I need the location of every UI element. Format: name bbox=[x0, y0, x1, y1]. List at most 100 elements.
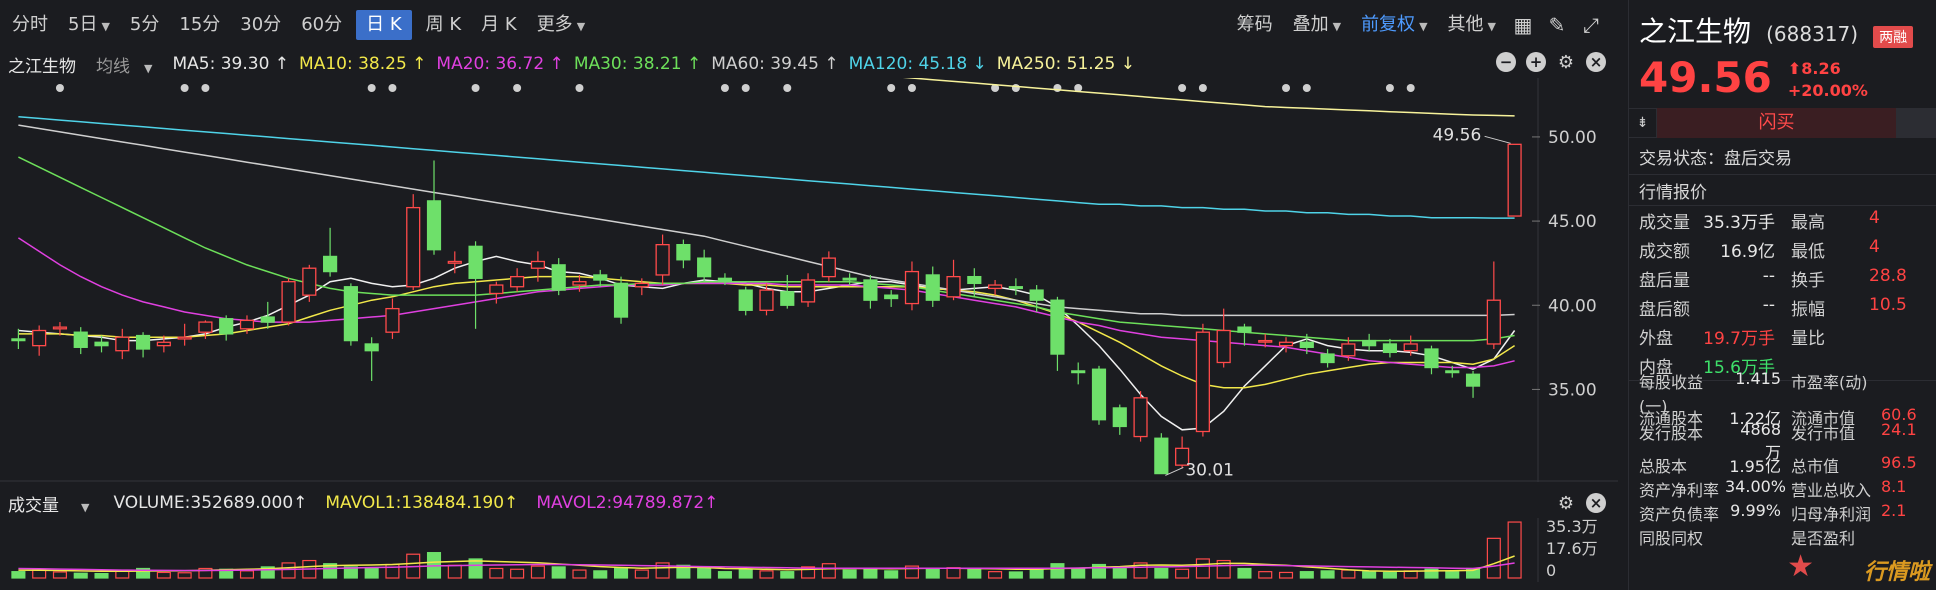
chevron-down-icon: ▼ bbox=[101, 20, 110, 33]
kline-chart[interactable]: 50.00 45.00 40.00 35.00 49.56 30.01 bbox=[0, 78, 1618, 482]
gear-icon[interactable]: ⚙ bbox=[1556, 493, 1576, 514]
quote-row: 盘后量 -- 换手 28.8 bbox=[1629, 264, 1936, 293]
quote-key: 最高 bbox=[1791, 213, 1825, 233]
margin-badge: 两融 bbox=[1873, 25, 1914, 48]
volume-bar-up bbox=[177, 572, 192, 579]
change-value: 8.26 bbox=[1801, 59, 1841, 78]
volume-bar-down bbox=[593, 570, 608, 579]
period-tab-label: 更多 bbox=[536, 14, 573, 35]
candle-up bbox=[281, 281, 296, 323]
candle-down bbox=[1091, 368, 1107, 421]
collapse-icon[interactable]: ⇟ bbox=[1629, 108, 1657, 138]
volume-bar-down bbox=[717, 571, 732, 579]
volume-bar-up bbox=[759, 570, 774, 579]
event-dot bbox=[720, 84, 729, 92]
event-dot bbox=[367, 84, 376, 92]
period-tab-7[interactable]: 周 K bbox=[416, 10, 472, 40]
ma-type-select[interactable]: 均线 ▼ bbox=[96, 52, 162, 77]
candle-down bbox=[219, 318, 234, 335]
quote-key: 盘后量 bbox=[1639, 271, 1690, 291]
flash-sell-slot[interactable] bbox=[1896, 108, 1936, 138]
period-toolbar: 分时 5日 ▼ 5分 15分 30分 60分日 K周 K月 K 更多 ▼ 筹码 叠加 ▼ 前复权 ▼… bbox=[0, 0, 1618, 50]
flash-buy-button[interactable]: 闪买 bbox=[1657, 108, 1896, 138]
period-tab-8[interactable]: 月 K bbox=[471, 10, 527, 40]
fullscreen-icon[interactable]: ⤢ bbox=[1574, 10, 1608, 40]
legend-stock-name: 之江生物 bbox=[8, 56, 76, 77]
candle-down bbox=[94, 341, 109, 347]
volume-bar-up bbox=[572, 569, 587, 579]
candle-down bbox=[593, 274, 608, 281]
volume-bar-up bbox=[1507, 521, 1522, 579]
candle-up bbox=[800, 279, 816, 303]
gear-icon[interactable]: ⚙ bbox=[1556, 52, 1576, 73]
event-dot bbox=[887, 84, 896, 92]
close-icon[interactable]: × bbox=[1586, 52, 1606, 72]
period-tab-3[interactable]: 15分 bbox=[169, 10, 230, 40]
period-tab-5[interactable]: 60分 bbox=[291, 10, 352, 40]
stock-name: 之江生物 bbox=[1639, 15, 1752, 48]
volume-chart[interactable]: 35.3万 17.6万 0 bbox=[0, 518, 1618, 582]
event-dot bbox=[1198, 84, 1207, 92]
fund-key: 资产负债率 bbox=[1639, 505, 1720, 524]
period-tab-label: 15分 bbox=[179, 14, 221, 35]
toolbar-right: 筹码 叠加 ▼ 前复权 ▼ 其他 ▼ ▦ ✎ ⤢ bbox=[1227, 10, 1608, 40]
candle-down bbox=[697, 257, 712, 278]
ma-legend-item: MA10: 38.25 ↑ bbox=[299, 54, 427, 74]
quote-key: 盘后额 bbox=[1639, 300, 1690, 320]
candle-down bbox=[260, 316, 275, 323]
period-tab-4[interactable]: 30分 bbox=[230, 10, 291, 40]
volume-bar-down bbox=[884, 570, 899, 579]
quote-value: 16.9亿 bbox=[1720, 242, 1775, 262]
fund-value bbox=[1877, 525, 1936, 549]
volume-bar-down bbox=[925, 567, 940, 579]
candle-down bbox=[676, 243, 691, 261]
quote-row: 成交额 16.9亿 最低 4 bbox=[1629, 235, 1936, 264]
quote-key: 振幅 bbox=[1791, 300, 1825, 320]
volume-bar-up bbox=[530, 565, 545, 579]
quote-row: 盘后额 -- 振幅 10.5 bbox=[1629, 293, 1936, 322]
chips-button[interactable]: 筹码 bbox=[1227, 10, 1283, 40]
quote-row: 外盘 19.7万手 量比 bbox=[1629, 322, 1936, 351]
overlay-button[interactable]: 叠加 ▼ bbox=[1283, 10, 1351, 40]
quote-key: 换手 bbox=[1791, 271, 1825, 291]
candle-down bbox=[1112, 407, 1127, 428]
candle-down bbox=[1237, 326, 1252, 333]
fund-value: 8.1 bbox=[1881, 477, 1907, 496]
period-tab-6[interactable]: 日 K bbox=[356, 10, 412, 40]
quote-value: -- bbox=[1762, 266, 1775, 286]
period-tab-9[interactable]: 更多 ▼ bbox=[527, 10, 595, 40]
other-button[interactable]: 其他 ▼ bbox=[1438, 10, 1506, 40]
candle-up bbox=[198, 321, 213, 333]
grid-icon[interactable]: ▦ bbox=[1506, 10, 1540, 40]
candle-down bbox=[863, 279, 878, 301]
overlay-label: 叠加 bbox=[1292, 14, 1329, 35]
quote-key: 最低 bbox=[1791, 242, 1825, 262]
quote-rows: 成交量 35.3万手 最高 4 成交额 16.9亿 最低 4 盘后量 -- 换手… bbox=[1629, 206, 1936, 380]
period-tab-0[interactable]: 分时 bbox=[2, 10, 58, 40]
adjust-button[interactable]: 前复权 ▼ bbox=[1351, 10, 1437, 40]
watermark: 行情啦 bbox=[1863, 560, 1930, 585]
volume-bar-up bbox=[1175, 568, 1190, 579]
volume-bar-up bbox=[988, 571, 1003, 579]
period-tab-1[interactable]: 5日 ▼ bbox=[58, 10, 120, 40]
y-tick-label: 50.00 bbox=[1548, 128, 1597, 148]
adjust-label: 前复权 bbox=[1361, 14, 1416, 35]
flash-bar: ⇟ 闪买 bbox=[1629, 108, 1936, 138]
candle-down bbox=[1445, 370, 1460, 374]
candle-down bbox=[967, 275, 982, 285]
volume-bar-up bbox=[239, 570, 255, 579]
volume-bar-down bbox=[1362, 571, 1377, 579]
volume-bar-down bbox=[697, 567, 712, 579]
minus-icon[interactable]: − bbox=[1496, 52, 1516, 72]
plus-icon[interactable]: + bbox=[1526, 52, 1546, 72]
quote-value: -- bbox=[1762, 295, 1775, 315]
ma-legend-item: MA20: 36.72 ↑ bbox=[436, 54, 564, 74]
candle-up bbox=[1486, 299, 1501, 345]
period-tab-2[interactable]: 5分 bbox=[120, 10, 169, 40]
chevron-down-icon: ▼ bbox=[1332, 20, 1342, 33]
quote-value bbox=[1853, 324, 1936, 349]
period-tab-label: 周 K bbox=[425, 14, 462, 35]
volume-indicator-select[interactable]: 成交量 ▼ bbox=[0, 491, 107, 516]
close-icon[interactable]: × bbox=[1586, 493, 1606, 513]
draw-pen-icon[interactable]: ✎ bbox=[1540, 10, 1574, 40]
